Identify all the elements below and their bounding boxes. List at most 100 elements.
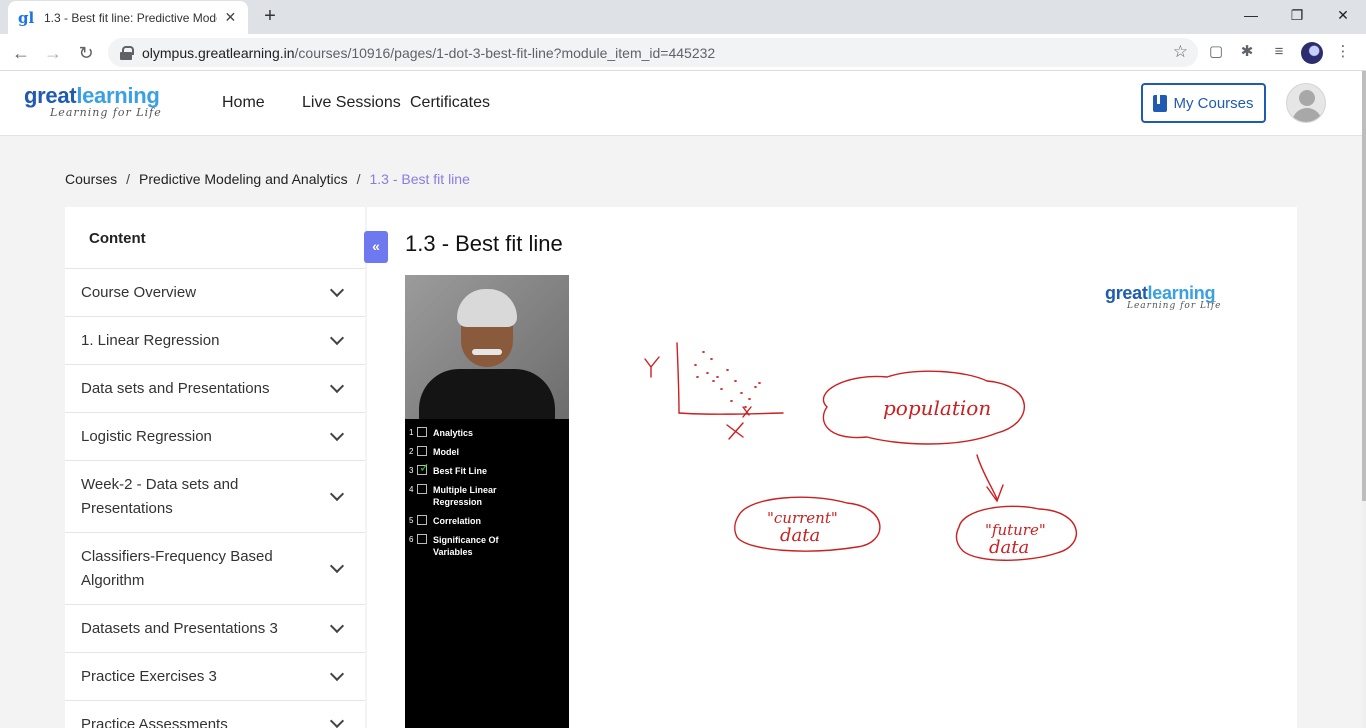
- page-scrollbar[interactable]: [1362, 71, 1366, 728]
- module-linear-regression[interactable]: 1. Linear Regression: [65, 316, 365, 364]
- chevron-down-icon: [329, 282, 345, 298]
- restore-icon[interactable]: ❐: [1274, 4, 1320, 28]
- reload-icon[interactable]: ↻: [74, 41, 98, 65]
- topic-label: Analytics: [433, 428, 474, 438]
- nav-live-sessions[interactable]: Live Sessions: [302, 94, 401, 112]
- topic-label: Best Fit Line: [433, 466, 488, 476]
- scatter-dots: [694, 351, 761, 408]
- x-label-mark: [726, 422, 744, 440]
- new-tab-icon[interactable]: +: [260, 5, 280, 27]
- module-label: Data sets and Presentations: [81, 379, 270, 397]
- module-data-sets[interactable]: Data sets and Presentations: [65, 364, 365, 412]
- content-sidebar: Content Course Overview 1. Linear Regres…: [65, 207, 365, 728]
- module-week-2[interactable]: Week-2 - Data sets and Presentations: [65, 460, 365, 532]
- module-practice-exercises[interactable]: Practice Exercises 3: [65, 652, 365, 700]
- checkbox-icon: [417, 446, 427, 456]
- breadcrumb-separator: /: [356, 171, 361, 187]
- book-icon: [1153, 94, 1168, 112]
- site-header: greatlearning Learning for Life Home Liv…: [0, 71, 1362, 136]
- close-tab-icon[interactable]: ✕: [223, 9, 238, 26]
- bookmark-star-icon[interactable]: ☆: [1173, 42, 1188, 62]
- tab-title: 1.3 - Best fit line: Predictive Modeling…: [44, 10, 217, 25]
- topic-item: 4 Multiple Linear Regression: [409, 484, 565, 508]
- module-label: Practice Exercises 3: [81, 667, 217, 685]
- main-content: 1.3 - Best fit line 1 Analytics 2 Model …: [367, 207, 1297, 728]
- extension-icon[interactable]: ▢: [1207, 43, 1225, 61]
- chevron-down-icon: [329, 558, 345, 574]
- logo-learning-text: learning: [76, 83, 160, 108]
- address-bar[interactable]: olympus.greatlearning.in/courses/10916/p…: [108, 38, 1198, 67]
- browser-profile-avatar[interactable]: [1301, 42, 1323, 64]
- checkbox-icon: [417, 427, 427, 437]
- topic-label: Model: [433, 447, 459, 457]
- topic-number: 4: [409, 485, 414, 494]
- presenter-image: [405, 275, 569, 419]
- checkbox-icon: [417, 534, 427, 544]
- scrollbar-thumb[interactable]: [1362, 71, 1366, 501]
- topic-number: 6: [409, 535, 414, 544]
- breadcrumb: Courses / Predictive Modeling and Analyt…: [65, 171, 470, 187]
- chevron-down-icon: [329, 426, 345, 442]
- module-datasets-3[interactable]: Datasets and Presentations 3: [65, 604, 365, 652]
- chevron-down-icon: [329, 713, 345, 728]
- topic-list: 1 Analytics 2 Model 3 ✓ Best Fit Line 4 …: [409, 427, 565, 565]
- user-avatar[interactable]: [1286, 83, 1326, 123]
- topic-item: 5 Correlation: [409, 515, 565, 527]
- chevron-down-icon: [329, 666, 345, 682]
- module-practice-assessments[interactable]: Practice Assessments: [65, 700, 365, 728]
- browser-tab-strip: gl 1.3 - Best fit line: Predictive Model…: [0, 0, 1366, 34]
- page-title: 1.3 - Best fit line: [405, 231, 563, 256]
- topic-item: 1 Analytics: [409, 427, 565, 439]
- sidebar-title: Content: [89, 230, 146, 247]
- breadcrumb-courses[interactable]: Courses: [65, 171, 117, 187]
- video-player[interactable]: 1 Analytics 2 Model 3 ✓ Best Fit Line 4 …: [405, 275, 569, 728]
- collapse-sidebar-button[interactable]: «: [364, 231, 388, 263]
- close-window-icon[interactable]: ✕: [1320, 4, 1366, 28]
- topic-number: 2: [409, 447, 414, 456]
- checkmark-icon: ✓: [419, 460, 430, 475]
- population-text: population: [883, 396, 991, 420]
- breadcrumb-separator: /: [126, 171, 131, 187]
- topic-label: Multiple Linear Regression: [433, 485, 497, 507]
- module-label: 1. Linear Regression: [81, 331, 220, 349]
- module-label: Logistic Regression: [81, 427, 212, 445]
- module-label: Course Overview: [81, 283, 197, 301]
- url-host: olympus.greatlearning.in: [142, 44, 295, 61]
- module-classifiers[interactable]: Classifiers-Frequency Based Algorithm: [65, 532, 365, 604]
- checkbox-icon: ✓: [417, 460, 430, 475]
- greatlearning-logo[interactable]: greatlearning Learning for Life: [24, 83, 162, 120]
- back-icon[interactable]: ←: [9, 41, 33, 65]
- checkbox-icon: [417, 484, 427, 494]
- topic-item: 3 ✓ Best Fit Line: [409, 460, 565, 477]
- y-axis-line: [676, 342, 680, 414]
- extensions-puzzle-icon[interactable]: ✱: [1238, 43, 1256, 61]
- nav-home[interactable]: Home: [222, 94, 265, 112]
- video-watermark-logo: greatlearning Learning for Life: [1105, 283, 1222, 311]
- lock-icon: [120, 45, 134, 60]
- logo-tagline: Learning for Life: [1127, 301, 1222, 311]
- media-queue-icon[interactable]: ≡: [1270, 43, 1288, 61]
- forward-icon[interactable]: →: [41, 41, 65, 65]
- module-label: Practice Assessments: [81, 716, 228, 728]
- topic-item: 2 Model: [409, 446, 565, 458]
- checkbox-icon: [417, 515, 427, 525]
- chevron-down-icon: [329, 378, 345, 394]
- module-logistic-regression[interactable]: Logistic Regression: [65, 412, 365, 460]
- x-axis-line: [678, 412, 784, 415]
- current-data-text: data: [780, 525, 820, 546]
- url-path: /courses/10916/pages/1-dot-3-best-fit-li…: [294, 44, 716, 61]
- topic-item: 6 Significance Of Variables: [409, 534, 565, 558]
- browser-menu-icon[interactable]: ⋮: [1334, 43, 1352, 61]
- breadcrumb-course[interactable]: Predictive Modeling and Analytics: [139, 171, 348, 187]
- y-label-mark: [644, 356, 660, 378]
- chevron-down-icon: [329, 486, 345, 502]
- browser-tab[interactable]: gl 1.3 - Best fit line: Predictive Model…: [8, 1, 248, 34]
- site-favicon-icon: gl: [18, 8, 35, 27]
- nav-certificates[interactable]: Certificates: [410, 94, 490, 112]
- chevron-down-icon: [329, 618, 345, 634]
- topic-label: Correlation: [433, 516, 482, 526]
- topic-number: 5: [409, 516, 414, 525]
- module-course-overview[interactable]: Course Overview: [65, 268, 365, 316]
- my-courses-button[interactable]: My Courses: [1141, 83, 1266, 123]
- minimize-icon[interactable]: —: [1228, 4, 1274, 28]
